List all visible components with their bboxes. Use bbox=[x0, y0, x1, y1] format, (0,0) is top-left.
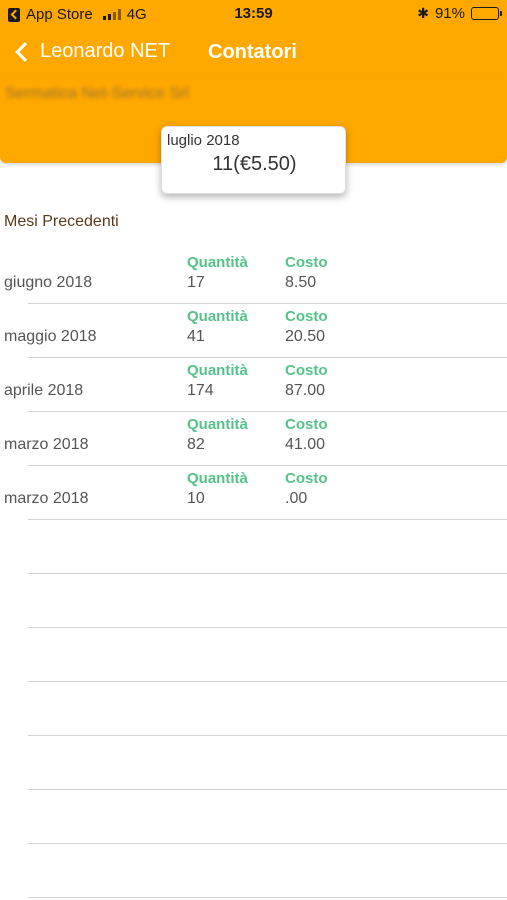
back-button-label: Leonardo NET bbox=[40, 40, 171, 62]
company-name: Sermatica Net-Service Srl bbox=[5, 85, 190, 102]
empty-row-divider bbox=[28, 735, 507, 736]
chevron-left-icon bbox=[15, 41, 35, 62]
list-item[interactable]: Quantità Costo marzo 2018 82 41.00 bbox=[0, 412, 507, 466]
previous-months-list: Quantità Costo giugno 2018 17 8.50 Quantità Co… bbox=[0, 250, 507, 520]
current-month-value: 11(€5.50) bbox=[212, 153, 297, 175]
current-month-card: luglio 2018 11(€5.50) bbox=[161, 126, 346, 194]
section-title: Mesi Precedenti bbox=[4, 213, 119, 230]
cost-header: Costo bbox=[285, 254, 328, 271]
row-quantity: 41 bbox=[187, 328, 205, 345]
current-month-label: luglio 2018 bbox=[167, 132, 240, 149]
row-month: aprile 2018 bbox=[4, 382, 84, 399]
row-quantity: 174 bbox=[187, 382, 214, 399]
empty-row-divider bbox=[28, 897, 507, 898]
row-cost: 41.00 bbox=[285, 436, 326, 453]
empty-row-divider bbox=[28, 573, 507, 574]
quantity-header: Quantità bbox=[187, 308, 248, 325]
back-button[interactable]: Leonardo NET bbox=[12, 40, 170, 63]
list-item[interactable]: Quantità Costo maggio 2018 41 20.50 bbox=[0, 304, 507, 358]
list-item[interactable]: Quantità Costo giugno 2018 17 8.50 bbox=[0, 250, 507, 304]
cost-header: Costo bbox=[285, 308, 328, 325]
row-month: marzo 2018 bbox=[4, 436, 89, 453]
status-right: ✱ 91% bbox=[417, 5, 502, 22]
empty-row-divider bbox=[28, 843, 507, 844]
row-cost: 87.00 bbox=[285, 382, 326, 399]
list-item[interactable]: Quantità Costo aprile 2018 174 87.00 bbox=[0, 358, 507, 412]
cost-header: Costo bbox=[285, 362, 328, 379]
bluetooth-icon: ✱ bbox=[417, 5, 429, 21]
battery-percent: 91% bbox=[434, 5, 465, 22]
cost-header: Costo bbox=[285, 470, 328, 487]
row-cost: 20.50 bbox=[285, 328, 326, 345]
status-bar: App Store 4G 13:59 ✱ 91% bbox=[0, 0, 507, 30]
row-month: giugno 2018 bbox=[4, 274, 93, 291]
row-month: maggio 2018 bbox=[4, 328, 97, 345]
row-quantity: 17 bbox=[187, 274, 205, 291]
page-title: Contatori bbox=[208, 41, 297, 63]
empty-row-divider bbox=[28, 627, 507, 628]
empty-row-divider bbox=[28, 789, 507, 790]
row-divider bbox=[28, 519, 507, 520]
row-quantity: 10 bbox=[187, 490, 205, 507]
battery-icon bbox=[471, 7, 502, 20]
empty-row-divider bbox=[28, 681, 507, 682]
row-quantity: 82 bbox=[187, 436, 205, 453]
quantity-header: Quantità bbox=[187, 254, 248, 271]
quantity-header: Quantità bbox=[187, 416, 248, 433]
row-cost: .00 bbox=[285, 490, 308, 507]
navigation-bar: Leonardo NET Contatori bbox=[0, 30, 507, 78]
quantity-header: Quantità bbox=[187, 470, 248, 487]
cost-header: Costo bbox=[285, 416, 328, 433]
quantity-header: Quantità bbox=[187, 362, 248, 379]
row-cost: 8.50 bbox=[285, 274, 317, 291]
row-month: marzo 2018 bbox=[4, 490, 89, 507]
list-item[interactable]: Quantità Costo marzo 2018 10 .00 bbox=[0, 466, 507, 520]
